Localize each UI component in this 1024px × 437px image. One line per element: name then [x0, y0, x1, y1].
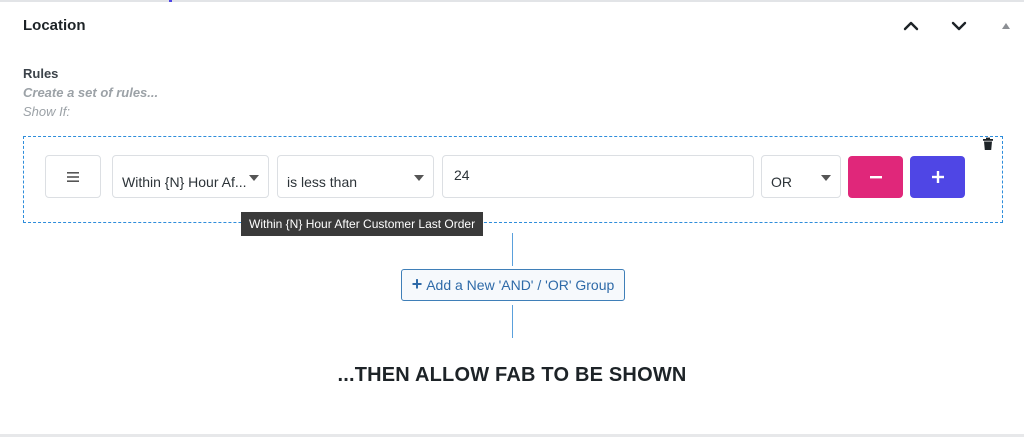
caret-down-icon: [249, 175, 259, 181]
rules-description: Create a set of rules...: [23, 85, 159, 100]
rule-logic-value: OR: [771, 173, 792, 190]
connector-line-top: [512, 233, 513, 266]
add-group-label: Add a New 'AND' / 'OR' Group: [426, 277, 615, 293]
rule-operator-select[interactable]: is less than: [277, 155, 434, 198]
delete-group-button[interactable]: [981, 137, 995, 151]
rule-field-select[interactable]: Within {N} Hour Af...: [112, 155, 269, 198]
minus-icon: [869, 175, 882, 178]
plus-icon: +: [411, 274, 423, 294]
top-border: [0, 0, 1024, 2]
rule-value-text: 24: [454, 167, 470, 183]
chevron-down-icon: [951, 21, 967, 31]
caret-down-icon: [821, 175, 831, 181]
add-rule-button[interactable]: [910, 156, 965, 198]
rule-logic-select[interactable]: OR: [761, 155, 841, 198]
panel-title: Location: [23, 17, 86, 34]
connector-line-bottom: [512, 305, 513, 338]
move-down-button[interactable]: [947, 14, 971, 38]
rule-value-input[interactable]: 24: [442, 155, 754, 198]
triangle-up-icon: [1002, 23, 1010, 29]
remove-rule-button[interactable]: [848, 156, 903, 198]
rule-field-value: Within {N} Hour Af...: [122, 173, 247, 190]
field-tooltip: Within {N} Hour After Customer Last Orde…: [241, 212, 484, 236]
rule-operator-value: is less than: [287, 173, 358, 190]
add-group-button[interactable]: + Add a New 'AND' / 'OR' Group: [401, 269, 625, 301]
rules-label: Rules: [23, 66, 59, 81]
plus-icon: [931, 171, 944, 183]
caret-down-icon: [414, 175, 424, 181]
then-allow-text: ...THEN ALLOW FAB TO BE SHOWN: [337, 364, 687, 386]
top-accent: [169, 0, 172, 2]
show-if-label: Show If:: [23, 104, 70, 119]
hamburger-icon: [67, 171, 79, 182]
chevron-up-icon: [903, 21, 919, 31]
drag-handle[interactable]: [45, 155, 101, 198]
trash-icon: [983, 137, 993, 150]
move-up-button[interactable]: [899, 14, 923, 38]
toggle-panel-button[interactable]: [994, 14, 1018, 38]
